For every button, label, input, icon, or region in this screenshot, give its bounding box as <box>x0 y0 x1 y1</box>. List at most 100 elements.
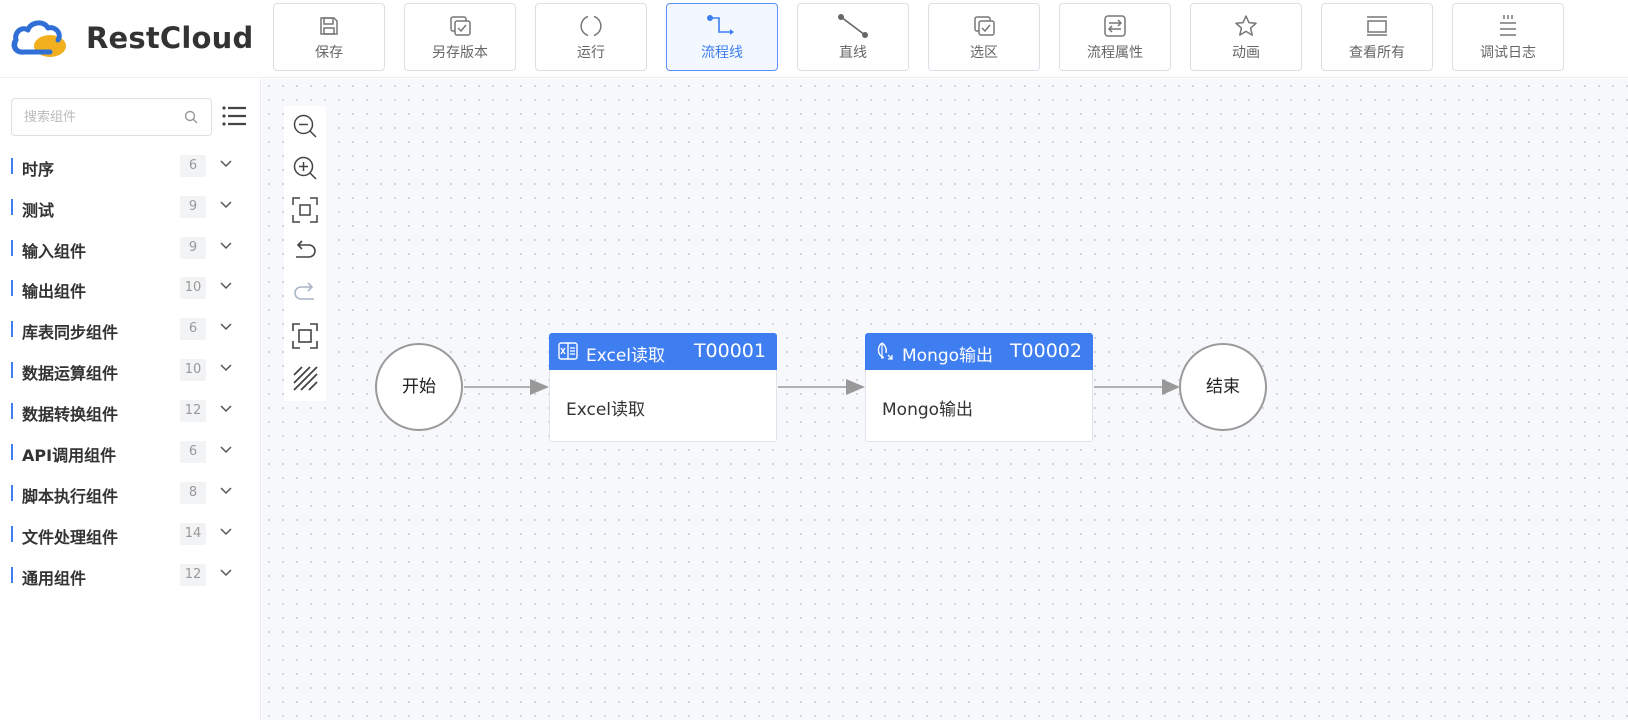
category-count: 10 <box>180 277 206 299</box>
save-icon <box>320 17 338 35</box>
task-node-id: T00001 <box>693 340 766 362</box>
search-input[interactable] <box>24 107 184 127</box>
save-button[interactable]: 保存 <box>273 3 385 71</box>
list-view-icon[interactable] <box>222 105 246 127</box>
task-node-excel-read[interactable]: Excel读取 T00001 Excel读取 <box>549 333 777 442</box>
flow-line-icon <box>707 15 734 35</box>
category-item[interactable]: 时序 6 <box>0 149 250 183</box>
straight-line-button[interactable]: 直线 <box>797 3 909 71</box>
connector-start-to-task1[interactable] <box>464 379 549 395</box>
category-marker <box>11 199 13 215</box>
category-name: 通用组件 <box>22 569 87 588</box>
category-count: 9 <box>180 237 206 259</box>
logo-text: RestCloud <box>86 21 254 55</box>
properties-button[interactable]: 流程属性 <box>1059 3 1171 71</box>
category-marker <box>11 444 13 460</box>
chevron-down-icon[interactable] <box>220 528 232 536</box>
save-label: 保存 <box>315 45 343 61</box>
start-node-label: 开始 <box>402 377 436 397</box>
chevron-down-icon[interactable] <box>220 160 232 168</box>
category-item[interactable]: 通用组件 12 <box>0 558 250 592</box>
category-marker <box>11 321 13 337</box>
category-count: 9 <box>180 196 206 218</box>
task-node-body: Mongo输出 <box>882 400 974 420</box>
selection-label: 选区 <box>970 45 998 61</box>
properties-icon <box>1104 15 1126 37</box>
component-search <box>11 98 212 136</box>
category-name: 数据运算组件 <box>22 364 119 383</box>
view-all-icon <box>1367 16 1387 36</box>
run-icon <box>580 15 602 37</box>
end-node-label: 结束 <box>1206 377 1240 397</box>
search-icon[interactable] <box>184 110 198 124</box>
category-name: 时序 <box>22 160 55 179</box>
task-node-mongo-output[interactable]: Mongo输出 T00002 Mongo输出 <box>865 333 1093 442</box>
category-marker <box>11 567 13 583</box>
task-node-title: Mongo输出 <box>902 346 994 366</box>
category-count: 6 <box>180 155 206 177</box>
save-version-icon <box>450 16 471 36</box>
properties-label: 流程属性 <box>1087 45 1143 61</box>
run-label: 运行 <box>577 45 605 61</box>
category-count: 8 <box>180 482 206 504</box>
chevron-down-icon[interactable] <box>220 405 232 413</box>
flow-line-label: 流程线 <box>701 45 743 61</box>
selection-button[interactable]: 选区 <box>928 3 1040 71</box>
animation-button[interactable]: 动画 <box>1190 3 1302 71</box>
run-button[interactable]: 运行 <box>535 3 647 71</box>
category-item[interactable]: 数据转换组件 12 <box>0 394 250 428</box>
debug-log-icon <box>1500 15 1516 36</box>
category-count: 6 <box>180 441 206 463</box>
category-marker <box>11 526 13 542</box>
star-icon <box>1235 15 1257 36</box>
category-item[interactable]: 输入组件 9 <box>0 231 250 265</box>
category-name: 输入组件 <box>22 242 87 261</box>
category-item[interactable]: API调用组件 6 <box>0 435 250 469</box>
save-version-label: 另存版本 <box>432 45 488 61</box>
category-item[interactable]: 数据运算组件 10 <box>0 353 250 387</box>
category-count: 14 <box>180 523 206 545</box>
category-item[interactable]: 库表同步组件 6 <box>0 312 250 346</box>
start-node[interactable]: 开始 <box>375 343 463 431</box>
category-name: 测试 <box>22 201 55 220</box>
chevron-down-icon[interactable] <box>220 282 232 290</box>
category-item[interactable]: 测试 9 <box>0 190 250 224</box>
chevron-down-icon[interactable] <box>220 201 232 209</box>
debug-log-button[interactable]: 调试日志 <box>1452 3 1564 71</box>
category-name: API调用组件 <box>22 446 117 465</box>
category-marker <box>11 362 13 378</box>
end-node[interactable]: 结束 <box>1179 343 1267 431</box>
category-item[interactable]: 输出组件 10 <box>0 271 250 305</box>
task-node-header: Excel读取 T00001 <box>549 333 777 370</box>
chevron-down-icon[interactable] <box>220 242 232 250</box>
chevron-down-icon[interactable] <box>220 487 232 495</box>
category-item[interactable]: 脚本执行组件 8 <box>0 476 250 510</box>
task-node-body: Excel读取 <box>566 400 646 420</box>
save-version-button[interactable]: 另存版本 <box>404 3 516 71</box>
category-name: 输出组件 <box>22 282 87 301</box>
connector-task2-to-end[interactable] <box>1094 379 1180 395</box>
animation-label: 动画 <box>1232 45 1260 61</box>
chevron-down-icon[interactable] <box>220 569 232 577</box>
chevron-down-icon[interactable] <box>220 364 232 372</box>
category-name: 数据转换组件 <box>22 405 119 424</box>
category-marker <box>11 280 13 296</box>
chevron-down-icon[interactable] <box>220 323 232 331</box>
excel-icon <box>558 342 578 360</box>
straight-line-label: 直线 <box>839 45 867 61</box>
connector-task1-to-task2[interactable] <box>778 379 865 395</box>
debug-log-label: 调试日志 <box>1480 45 1536 61</box>
category-name: 脚本执行组件 <box>22 487 119 506</box>
selection-icon <box>974 16 995 36</box>
flow-line-button[interactable]: 流程线 <box>666 3 778 71</box>
logo: RestCloud <box>10 12 253 64</box>
task-node-title: Excel读取 <box>586 346 666 366</box>
category-item[interactable]: 文件处理组件 14 <box>0 517 250 551</box>
flow-canvas[interactable]: 开始 Excel读取 T00001 Excel读取 Mongo输出 T00002… <box>262 79 1628 720</box>
category-count: 12 <box>180 400 206 422</box>
view-all-button[interactable]: 查看所有 <box>1321 3 1433 71</box>
chevron-down-icon[interactable] <box>220 446 232 454</box>
view-all-label: 查看所有 <box>1349 45 1405 61</box>
category-count: 12 <box>180 564 206 586</box>
category-count: 6 <box>180 318 206 340</box>
